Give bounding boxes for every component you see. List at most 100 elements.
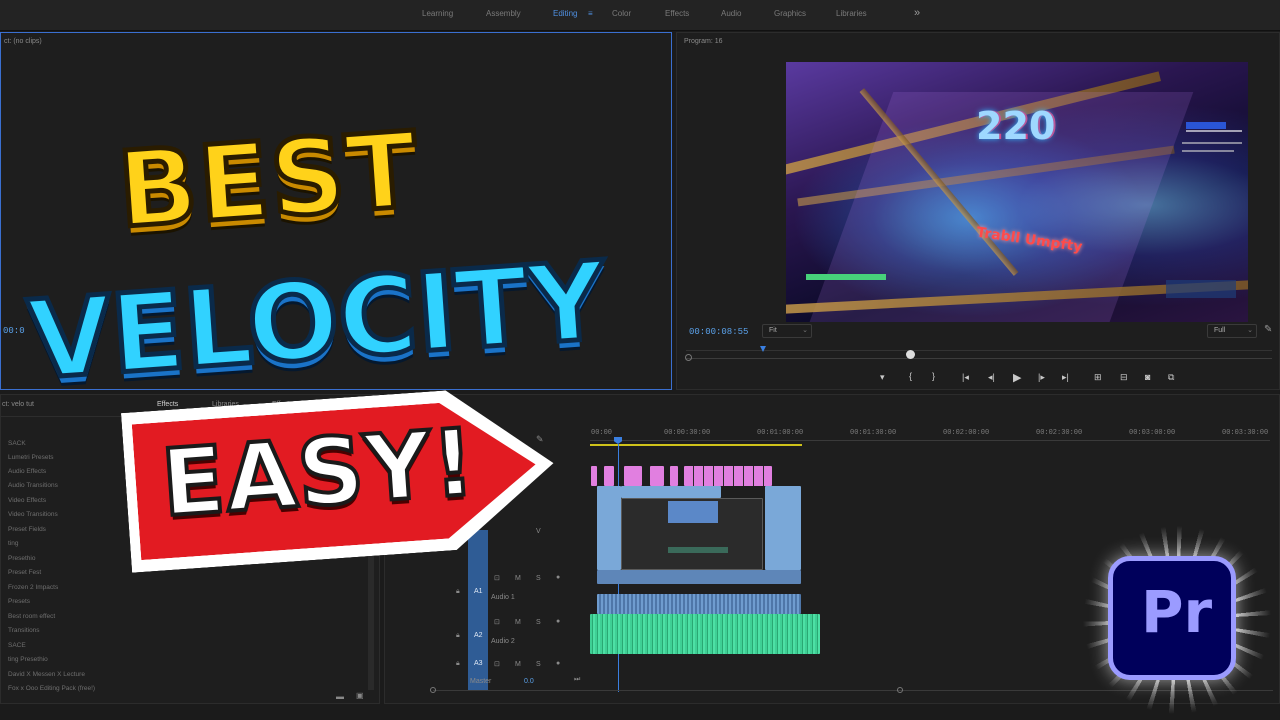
solo-button[interactable]: S (536, 619, 541, 626)
list-item[interactable]: Presethio (8, 555, 35, 562)
list-item[interactable]: Frozen 2 Impacts (8, 584, 58, 591)
chevron-down-icon: ⌄ (802, 327, 808, 334)
mute-button[interactable]: M (515, 575, 521, 582)
list-item[interactable]: Best room effect (8, 613, 55, 620)
track-id-a3[interactable]: A3 (474, 660, 483, 667)
list-item[interactable]: Fox x Ooo Editing Pack (free!) (8, 685, 95, 692)
list-item[interactable]: SACE (8, 642, 26, 649)
mic-icon[interactable]: ● (556, 618, 560, 625)
mute-button[interactable]: M (515, 619, 521, 626)
sync-icon[interactable]: ⊡ (494, 660, 500, 668)
zoom-handle[interactable] (906, 350, 915, 359)
clip-graphic[interactable] (624, 466, 642, 486)
button-editor-icon[interactable]: ⧉ (1168, 372, 1174, 383)
program-time-ruler[interactable] (686, 346, 1272, 351)
tab-libraries[interactable]: Libraries (836, 9, 867, 18)
damage-number: 220 (976, 104, 1056, 148)
clip-graphic[interactable] (670, 466, 678, 486)
tab-audio[interactable]: Audio (721, 9, 741, 18)
mic-icon[interactable]: ● (556, 574, 560, 581)
tab-color[interactable]: Color (612, 9, 631, 18)
ruler-label: 00:03:30:00 (1222, 429, 1269, 437)
quality-select[interactable]: Full ⌄ (1207, 324, 1257, 338)
clip-video[interactable] (621, 486, 721, 498)
go-to-in-icon[interactable]: |◂ (962, 372, 969, 383)
ruler-label: 00:00:30:00 (664, 429, 711, 437)
tab-learning[interactable]: Learning (422, 9, 453, 18)
clip-audio-a1[interactable] (597, 570, 801, 584)
solo-button[interactable]: S (536, 575, 541, 582)
clip-video[interactable] (597, 486, 621, 570)
list-item[interactable]: Preset Fields (8, 526, 46, 533)
list-item[interactable]: Audio Transitions (8, 482, 58, 489)
clip-graphic[interactable] (591, 466, 597, 486)
list-item[interactable]: SACK (8, 440, 26, 447)
track-id-a2[interactable]: A2 (474, 632, 483, 639)
work-area-bar[interactable] (590, 444, 802, 446)
tab-effects-panel[interactable]: Effects (157, 401, 178, 408)
camera-icon[interactable]: ◙ (1145, 372, 1150, 382)
ruler-label: 00:02:00:00 (943, 429, 990, 437)
tab-assembly[interactable]: Assembly (486, 9, 521, 18)
mark-out-icon[interactable]: } (932, 371, 935, 381)
go-to-out-icon[interactable]: ▸| (1062, 372, 1069, 383)
go-to-out-icon[interactable]: ⏭︎ (574, 676, 580, 684)
clip-graphic[interactable] (604, 466, 614, 486)
master-label: Master (470, 678, 492, 685)
lift-icon[interactable]: ⊞ (1094, 372, 1102, 383)
project-panel-title: ct: velo tut (2, 401, 34, 408)
list-item[interactable]: Video Transitions (8, 511, 58, 518)
sync-icon[interactable]: ⊡ (494, 618, 500, 626)
lock-icon[interactable]: 🔒︎ (456, 660, 460, 668)
hud-score-bar (1186, 122, 1226, 129)
tab-graphics[interactable]: Graphics (774, 9, 806, 18)
list-item[interactable]: Video Effects (8, 497, 46, 504)
scroll-handle-left[interactable] (430, 687, 436, 693)
clip-graphic[interactable] (650, 466, 664, 486)
tab-editing[interactable]: Editing (553, 9, 577, 18)
list-item[interactable]: Lumetri Presets (8, 454, 54, 461)
scrub-bar[interactable] (686, 358, 1272, 359)
lock-icon[interactable]: 🔒︎ (456, 588, 460, 596)
folder-icon[interactable]: ▬ (336, 692, 344, 701)
program-timecode[interactable]: 00:00:08:55 (689, 327, 748, 337)
wrench-icon[interactable]: ✎ (1264, 324, 1272, 335)
track-id-a1[interactable]: A1 (474, 588, 483, 595)
list-item[interactable]: David X Messen X Lecture (8, 671, 85, 678)
program-video-frame[interactable]: 220 Trabll Umpfty (786, 62, 1248, 322)
sync-icon[interactable]: ⊡ (494, 574, 500, 582)
source-timecode[interactable]: 00:0 (3, 326, 25, 336)
step-back-icon[interactable]: ◂| (988, 372, 995, 383)
list-item[interactable]: ting (8, 540, 18, 547)
clip-audio-a2[interactable] (590, 614, 820, 654)
clip-video[interactable] (765, 486, 801, 570)
scroll-handle-right[interactable] (897, 687, 903, 693)
mark-in-icon[interactable]: { (909, 371, 912, 381)
list-item[interactable]: Audio Effects (8, 468, 46, 475)
list-item[interactable]: Presets (8, 598, 30, 605)
mute-button[interactable]: M (515, 661, 521, 668)
list-item[interactable]: ting Presethio (8, 656, 48, 663)
extract-icon[interactable]: ⊟ (1120, 372, 1128, 383)
track-name-a2: Audio 2 (491, 638, 515, 645)
play-icon[interactable]: ▶ (1013, 371, 1021, 384)
nested-sequence-clip[interactable] (621, 498, 763, 570)
mic-icon[interactable]: ● (556, 660, 560, 667)
add-marker-icon[interactable]: ▾ (880, 372, 885, 383)
clip-audio-a1-waveform[interactable] (597, 594, 801, 614)
zoom-handle-left[interactable] (685, 354, 692, 361)
tab-effects[interactable]: Effects (665, 9, 689, 18)
step-forward-icon[interactable]: |▸ (1038, 372, 1045, 383)
program-panel-title: Program: 16 (684, 38, 723, 45)
list-item[interactable]: Preset Fest (8, 569, 41, 576)
fit-select[interactable]: Fit ⌄ (762, 324, 812, 338)
master-volume[interactable]: 0.0 (524, 678, 534, 685)
menu-lines-icon[interactable]: ≡ (588, 9, 593, 18)
health-bar (806, 274, 886, 280)
more-workspaces-icon[interactable]: » (914, 7, 920, 19)
list-item[interactable]: Transitions (8, 627, 40, 634)
solo-button[interactable]: S (536, 661, 541, 668)
trash-icon[interactable]: ▣ (356, 691, 364, 700)
clip-graphic[interactable] (684, 466, 772, 486)
lock-icon[interactable]: 🔒︎ (456, 632, 460, 640)
